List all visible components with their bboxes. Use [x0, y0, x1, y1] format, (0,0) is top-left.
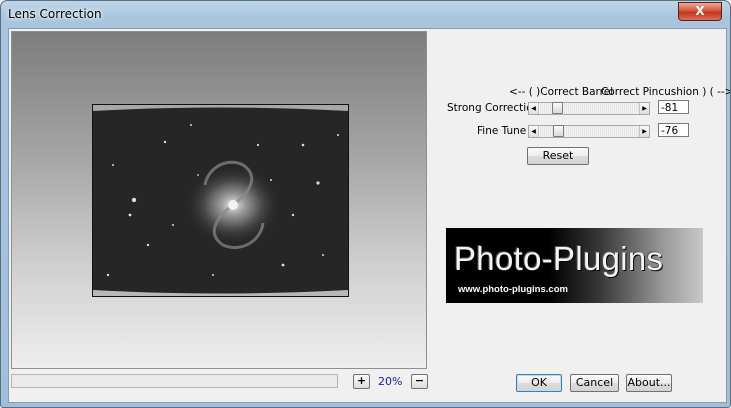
ok-button[interactable]: OK [516, 374, 562, 392]
dialog-client-area: + 20% − <-- ( )Correct Barrel Correct Pi… [8, 28, 730, 403]
arrow-left-icon[interactable]: ◀ [529, 126, 539, 137]
preview-image [92, 104, 349, 297]
strong-correction-label: Strong Correction [447, 102, 540, 114]
reset-button[interactable]: Reset [527, 147, 589, 165]
fine-tune-slider[interactable]: ◀ ▶ [528, 125, 650, 138]
zoom-out-button[interactable]: − [411, 374, 428, 389]
logo-title: Photo-Plugins [454, 240, 664, 277]
strong-correction-value-input[interactable]: -81 [658, 100, 689, 114]
close-icon: X [695, 4, 705, 18]
about-button[interactable]: About... [626, 374, 672, 392]
slider-thumb[interactable] [552, 102, 563, 114]
title-bar[interactable]: Lens Correction X [1, 1, 730, 27]
zoom-level: 20% [378, 375, 403, 388]
zoom-in-button[interactable]: + [353, 374, 370, 389]
arrow-left-icon[interactable]: ◀ [529, 103, 539, 114]
photo-plugins-logo: Photo-Plugins www.photo-plugins.com [446, 228, 703, 303]
logo-url: www.photo-plugins.com [458, 284, 568, 295]
arrow-right-icon[interactable]: ▶ [639, 103, 649, 114]
cancel-button[interactable]: Cancel [570, 374, 619, 392]
strong-correction-slider[interactable]: ◀ ▶ [528, 102, 650, 115]
lens-correction-window: Lens Correction X + 20% − <-- ()Correct… [0, 0, 731, 408]
galaxy-photo [93, 105, 348, 296]
progress-bar [11, 374, 338, 388]
correct-barrel-label: <-- ( )Correct Barrel [509, 86, 614, 98]
slider-thumb[interactable] [553, 125, 564, 137]
arrow-right-icon[interactable]: ▶ [639, 126, 649, 137]
window-title: Lens Correction [8, 7, 102, 21]
fine-tune-label: Fine Tune [477, 125, 527, 137]
fine-tune-value-input[interactable]: -76 [658, 123, 689, 137]
image-preview-panel[interactable] [11, 31, 427, 369]
correct-pincushion-label: Correct Pincushion ) ( --> [601, 86, 731, 98]
close-button[interactable]: X [678, 2, 722, 21]
